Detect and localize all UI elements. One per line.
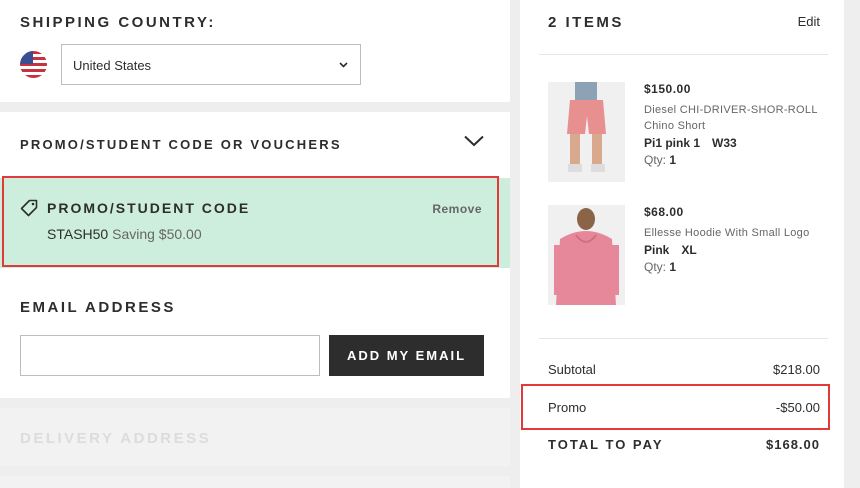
add-email-button[interactable]: ADD MY EMAIL (329, 335, 484, 376)
country-select-value: United States (73, 58, 152, 73)
us-flag-icon (20, 51, 47, 78)
subtotal-label: Subtotal (548, 362, 596, 377)
qty-value: 1 (669, 153, 677, 167)
divider (539, 54, 828, 55)
item-color: Pi1 pink 1 (644, 136, 701, 150)
item-info: $150.00 Diesel CHI-DRIVER-SHOR-ROLL Chin… (644, 82, 834, 167)
qty-value: 1 (669, 260, 677, 274)
item-qty: Qty: 1 (644, 153, 834, 167)
item-name[interactable]: Diesel CHI-DRIVER-SHOR-ROLL Chino Short (644, 102, 834, 134)
shipping-country-section: SHIPPING COUNTRY: United States (0, 0, 510, 102)
item-attributes: Pi1 pink 1 W33 (644, 136, 834, 150)
delivery-address-heading: DELIVERY ADDRESS (20, 430, 212, 447)
edit-bag-link[interactable]: Edit (798, 14, 820, 29)
promo-accordion-heading[interactable]: PROMO/STUDENT CODE OR VOUCHERS (20, 137, 342, 152)
shipping-country-heading: SHIPPING COUNTRY: (20, 14, 216, 31)
product-image[interactable] (548, 205, 625, 305)
item-price: $68.00 (644, 205, 684, 219)
total-label: TOTAL TO PAY (548, 437, 664, 452)
qty-label: Qty: (644, 153, 667, 167)
delivery-address-section: DELIVERY ADDRESS (0, 408, 510, 466)
email-input[interactable] (20, 335, 320, 376)
promo-highlight-box (2, 176, 499, 267)
chevron-down-icon[interactable] (464, 134, 484, 152)
email-section: EMAIL ADDRESS ADD MY EMAIL (0, 272, 510, 398)
country-select[interactable]: United States (61, 44, 361, 85)
product-image[interactable] (548, 82, 625, 182)
item-attributes: Pink XL (644, 243, 834, 257)
total-row: TOTAL TO PAY $168.00 (548, 437, 820, 452)
item-price: $150.00 (644, 82, 691, 96)
items-count-title: 2 ITEMS (548, 14, 624, 31)
divider (539, 338, 828, 339)
email-heading: EMAIL ADDRESS (20, 299, 176, 316)
chevron-down-icon (339, 59, 348, 71)
item-size: XL (681, 243, 697, 257)
item-info: $68.00 Ellesse Hoodie With Small Logo Pi… (644, 205, 834, 274)
item-name[interactable]: Ellesse Hoodie With Small Logo (644, 225, 834, 241)
next-section-strip (0, 476, 510, 488)
subtotal-value: $218.00 (773, 362, 820, 377)
qty-label: Qty: (644, 260, 667, 274)
item-size: W33 (712, 136, 737, 150)
total-value: $168.00 (766, 437, 820, 452)
promo-total-highlight-box (521, 384, 830, 430)
item-color: Pink (644, 243, 670, 257)
subtotal-row: Subtotal $218.00 (548, 362, 820, 377)
item-qty: Qty: 1 (644, 260, 834, 274)
